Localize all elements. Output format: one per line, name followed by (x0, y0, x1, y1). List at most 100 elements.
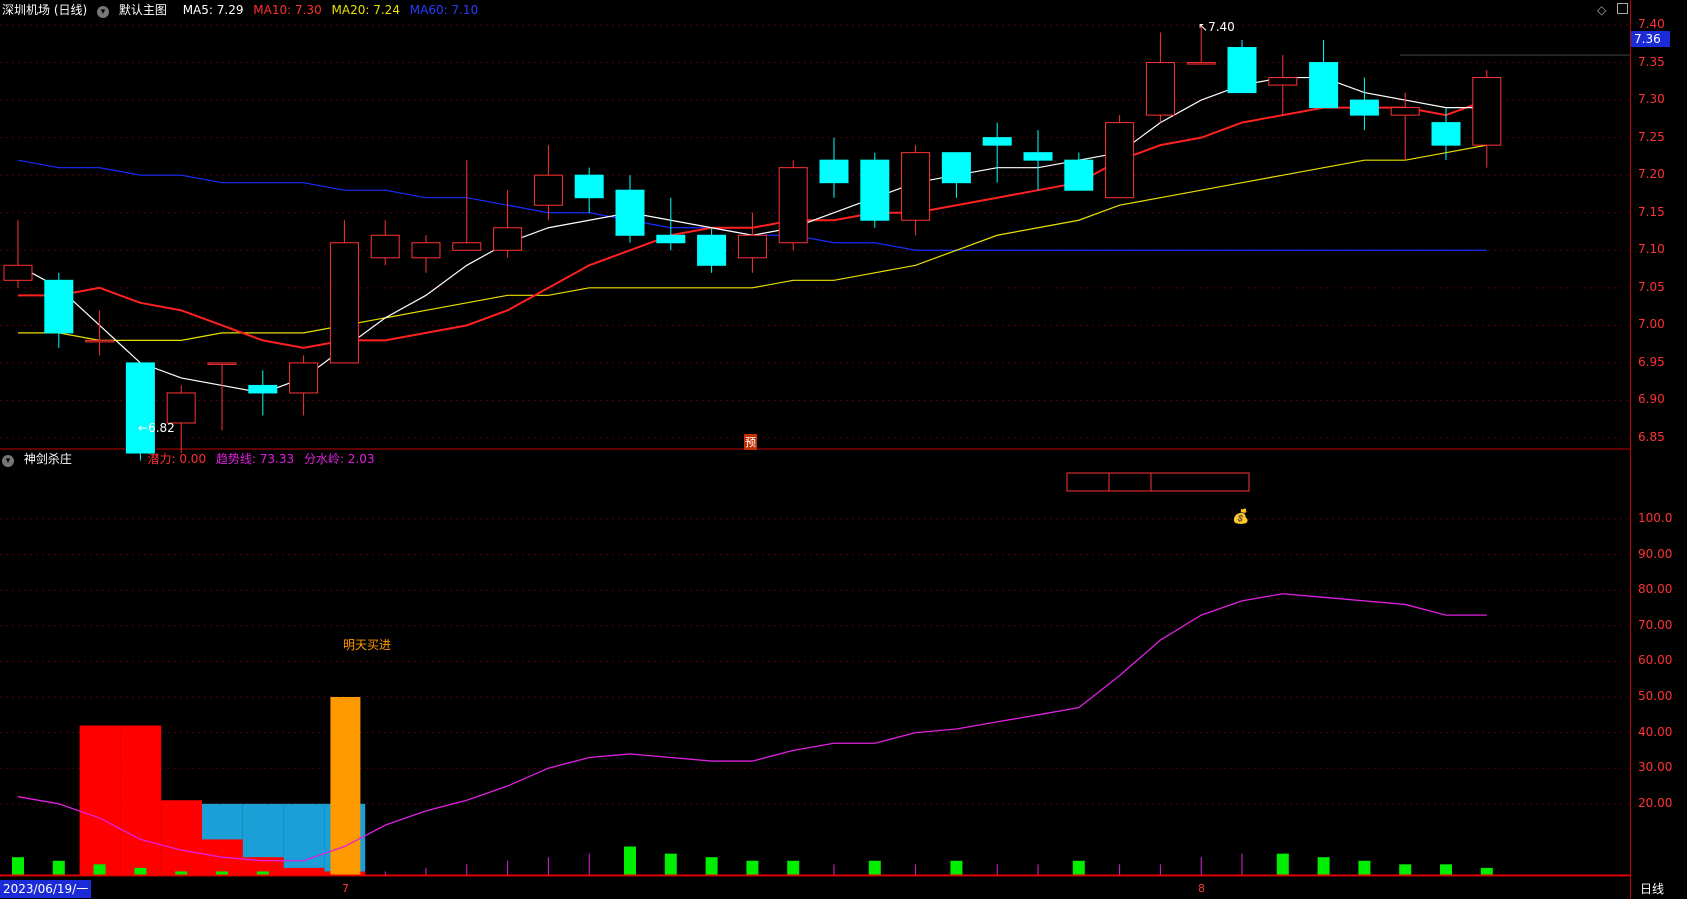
candle-body (125, 362, 155, 454)
candle-body (1309, 62, 1339, 109)
green-bar (1072, 860, 1085, 875)
green-bar (52, 860, 65, 875)
green-bar (868, 860, 881, 875)
y-tick-label: 6.95 (1638, 354, 1665, 369)
y-tick-label: 6.90 (1638, 392, 1665, 407)
candle-body (452, 242, 482, 251)
green-bar (950, 860, 963, 875)
candle (207, 362, 237, 431)
green-bar (216, 871, 228, 875)
candle (289, 355, 319, 416)
candle-body (737, 234, 767, 259)
candle-body (860, 159, 890, 221)
candle (1268, 55, 1298, 116)
candle (1023, 130, 1053, 191)
candle-body (901, 152, 931, 221)
candle-body (1105, 122, 1135, 199)
high-price-marker: ↖7.40 (1198, 20, 1235, 34)
candle (574, 167, 604, 213)
green-bar (1440, 864, 1452, 875)
candle (982, 122, 1012, 183)
candle (248, 370, 278, 416)
candle (941, 152, 971, 198)
red-bar (161, 800, 202, 875)
y-tick-label: 60.00 (1638, 653, 1673, 668)
green-bar (624, 846, 636, 875)
candle (1145, 32, 1175, 123)
y-tick-label: 70.00 (1638, 617, 1673, 632)
y-tick-label: 7.10 (1638, 242, 1665, 257)
candle-body (656, 234, 686, 244)
candle (44, 272, 74, 348)
period-button[interactable]: 日线 (1640, 880, 1664, 897)
candle (3, 220, 33, 288)
info-box-group (1066, 472, 1250, 492)
candle-body (778, 167, 808, 244)
y-tick-label: 7.35 (1638, 54, 1665, 69)
candle-body (1268, 77, 1298, 86)
green-bar (664, 853, 677, 875)
candle-body (493, 227, 523, 251)
candle (656, 197, 686, 251)
y-tick-label: 7.00 (1638, 317, 1665, 332)
candle-body (3, 264, 33, 281)
blue-block-bar (283, 803, 325, 875)
green-bar (1399, 864, 1412, 875)
candle-body (1431, 122, 1461, 146)
green-bar (1276, 853, 1289, 875)
red-bar (120, 725, 162, 875)
red-bar (283, 867, 325, 875)
candle (166, 385, 196, 454)
y-tick-label: 80.00 (1638, 582, 1673, 597)
candle (452, 160, 482, 251)
money-bag-icon: 💰 (1232, 509, 1250, 525)
green-bar (746, 860, 759, 875)
date-label: 2023/06/19/一 (0, 880, 92, 898)
green-bar (787, 860, 800, 875)
candle (1390, 92, 1420, 161)
candle (1349, 77, 1379, 131)
candle (901, 145, 931, 236)
orange-bar (330, 697, 361, 875)
pre-marker: 预 (744, 434, 757, 450)
candle (493, 190, 523, 258)
candle (1309, 40, 1339, 109)
candle-body (1349, 99, 1379, 116)
candle-body (697, 234, 727, 266)
y-tick-label: 7.15 (1638, 204, 1665, 219)
low-price-marker: ←6.82 (138, 421, 175, 435)
buy-signal-label: 明天买进 (343, 638, 392, 652)
candle-body (166, 392, 196, 424)
candle-body (1023, 152, 1053, 161)
y-tick-label: 100.0 (1638, 511, 1673, 525)
candle (533, 145, 563, 221)
y-tick-label: 7.05 (1638, 279, 1665, 294)
candle-body (248, 384, 278, 394)
candle-body (533, 174, 563, 206)
kline-chart[interactable] (0, 0, 1630, 899)
candle (697, 227, 727, 273)
month-7-label: 7 (342, 882, 349, 895)
candle (1227, 40, 1257, 94)
y-tick-label: 7.40 (1638, 17, 1665, 31)
y-tick-label: 50.00 (1638, 689, 1673, 703)
y-tick-label: 7.30 (1638, 92, 1665, 107)
candle-body (329, 242, 359, 364)
candle (1431, 107, 1461, 161)
green-bar (134, 867, 147, 875)
candle (370, 220, 400, 266)
candle (1105, 115, 1135, 199)
candle-body (411, 242, 441, 259)
red-bar (79, 725, 121, 875)
candle-body (85, 339, 115, 343)
current-price-tag: 7.36 (1631, 31, 1670, 47)
green-bar (256, 871, 269, 875)
candle (819, 137, 849, 198)
candle-body (1227, 47, 1257, 94)
candle-body (819, 159, 849, 184)
candle (778, 160, 808, 251)
y-tick-label: 7.20 (1638, 167, 1665, 182)
green-bar (1480, 867, 1493, 875)
candle-body (1064, 159, 1094, 191)
candle-body (1145, 62, 1175, 116)
